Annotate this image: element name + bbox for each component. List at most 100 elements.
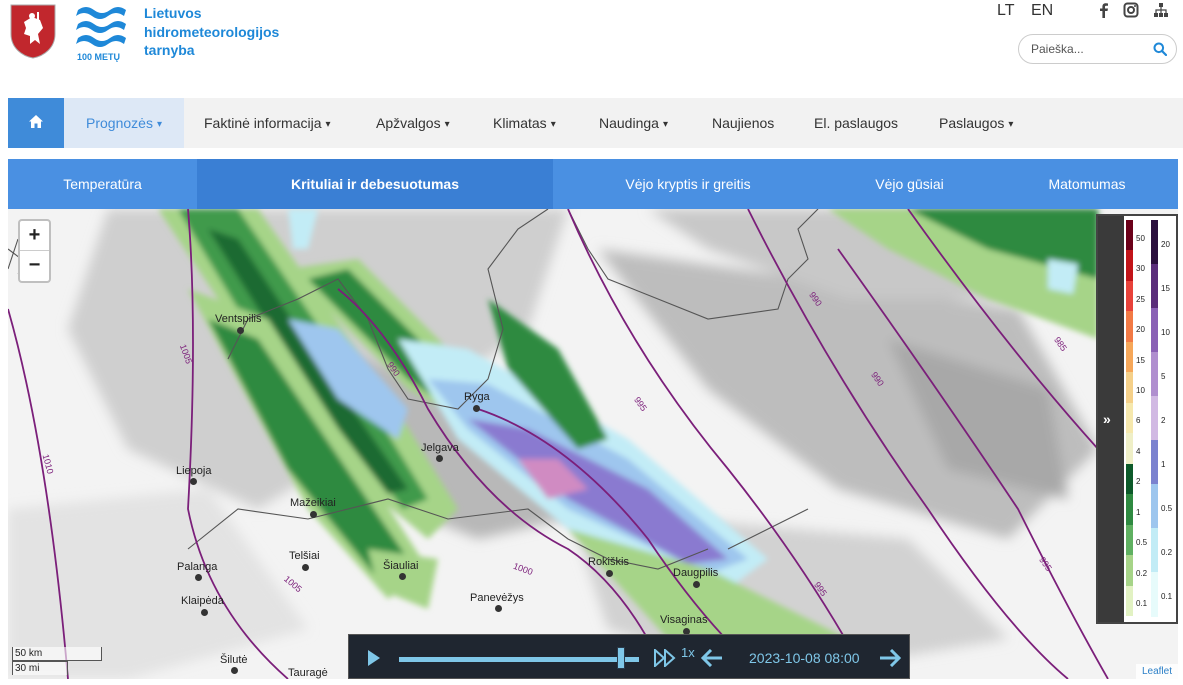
chevron-down-icon: ▾ [444, 119, 450, 130]
nav-item-naudinga[interactable]: Naudinga ▾ [599, 98, 668, 148]
legend-tick-label: 0.2 [1136, 568, 1148, 578]
city-marker [399, 573, 406, 580]
org-name-line2: hidrometeorologijos [144, 23, 280, 40]
city-marker [231, 667, 238, 674]
snow-color-scale [1151, 220, 1158, 617]
timeline-slider-handle[interactable] [617, 647, 625, 669]
city-marker [190, 478, 197, 485]
legend-tick-label: 10 [1161, 327, 1170, 337]
legend-tick-label: 15 [1161, 283, 1170, 293]
fast-forward-icon[interactable] [654, 649, 676, 667]
tab-matomumas[interactable]: Matomumas [996, 159, 1178, 209]
tab-vejo-gusiai[interactable]: Vėjo gūsiai [823, 159, 996, 209]
org-name[interactable]: Lietuvos hidrometeorologijos tarnyba [144, 4, 304, 60]
legend-color-swatch [1126, 524, 1133, 556]
legend-color-swatch [1151, 396, 1158, 441]
legend-color-swatch [1151, 264, 1158, 309]
scale-mi: 30 mi [12, 661, 68, 675]
nav-item-klimatas[interactable]: Klimatas ▾ [493, 98, 556, 148]
city-label: Ventspilis [215, 313, 262, 325]
city-marker [302, 564, 309, 571]
legend-tick-label: 6 [1136, 416, 1141, 426]
facebook-icon[interactable] [1096, 2, 1112, 18]
nav-item-label: Naujienos [712, 115, 775, 131]
legend-toggle-button[interactable]: » [1098, 216, 1124, 622]
legend-color-swatch [1126, 463, 1133, 495]
legend-color-swatch [1151, 352, 1158, 397]
nav-item-faktine-informacija[interactable]: Faktinė informacija ▾ [204, 98, 331, 148]
double-chevron-right-icon: » [1103, 411, 1111, 427]
legend-tick-label: 4 [1136, 446, 1141, 456]
nav-item-paslaugos[interactable]: Paslaugos ▾ [939, 98, 1013, 148]
nav-item-label: El. paslaugos [814, 115, 899, 131]
forecast-map[interactable]: 1005 1010 1000 1005 995 990 995 990 985 … [8, 209, 1178, 679]
legend-color-swatch [1126, 585, 1133, 617]
legend-color-swatch [1126, 220, 1133, 251]
tab-vejo-kryptis-ir-greitis[interactable]: Vėjo kryptis ir greitis [553, 159, 823, 209]
legend-tick-label: 30 [1136, 264, 1145, 274]
city-label: Šiauliai [383, 560, 419, 572]
legend-tick-label: 0.5 [1161, 503, 1173, 513]
org-name-line1: Lietuvos [144, 5, 202, 21]
sitemap-icon[interactable] [1153, 2, 1169, 18]
city-marker [606, 570, 613, 577]
tab-krituliai-ir-debesuotumas[interactable]: Krituliai ir debesuotumas [197, 159, 553, 209]
lhmt-waves-logo[interactable]: 100 METŲ [74, 4, 128, 62]
tab-temperatura[interactable]: Temperatūra [8, 159, 197, 209]
search-icon[interactable] [1153, 42, 1167, 56]
city-label: Tauragė [288, 667, 328, 679]
legend-color-swatch [1151, 220, 1158, 265]
legend-tick-label: 0.5 [1136, 538, 1148, 548]
nav-item-label: Naudinga [599, 115, 659, 131]
city-label: Mažeikiai [290, 497, 336, 509]
lang-lt-link[interactable]: LT [997, 2, 1014, 20]
playback-speed[interactable]: 1x [681, 645, 695, 660]
step-back-icon[interactable] [701, 649, 723, 667]
play-icon[interactable] [367, 649, 381, 667]
city-marker [195, 574, 202, 581]
city-marker [310, 511, 317, 518]
city-label: Liepoja [176, 465, 212, 477]
city-marker [436, 455, 443, 462]
city-label: Jelgava [421, 442, 459, 454]
legend-tick-label: 0.1 [1161, 591, 1173, 601]
nav-item-apzvalgos[interactable]: Apžvalgos ▾ [376, 98, 450, 148]
nav-item-label: Paslaugos [939, 115, 1005, 131]
city-marker [237, 327, 244, 334]
legend-color-swatch [1126, 402, 1133, 434]
legend-color-swatch [1126, 280, 1133, 312]
instagram-icon[interactable] [1123, 2, 1139, 18]
city-label: Palanga [177, 561, 218, 573]
forecast-timestamp: 2023-10-08 08:00 [749, 650, 860, 666]
precipitation-legend: » 50 30 25 20 15 10 6 4 2 1 0.5 0.2 0.1 20 15 10 5 2 1 0.5… [1096, 214, 1178, 624]
nav-item-el-paslaugos[interactable]: El. paslaugos [814, 98, 898, 148]
timeline-slider-track[interactable] [399, 657, 639, 662]
leaflet-attribution-link[interactable]: Leaflet [1135, 664, 1178, 679]
timeline-player: 1x 2023-10-08 08:00 [348, 634, 910, 679]
legend-tick-label: 15 [1136, 355, 1145, 365]
city-label: Panevėžys [470, 592, 524, 604]
search-input[interactable] [1031, 41, 1149, 57]
legend-color-swatch [1126, 433, 1133, 465]
city-label: Klaipėda [181, 595, 224, 607]
city-marker [473, 405, 480, 412]
legend-tick-label: 1 [1136, 507, 1141, 517]
nav-item-prognozes[interactable]: Prognozės ▾ [64, 98, 184, 148]
nav-item-naujienos[interactable]: Naujienos [712, 98, 774, 148]
step-forward-icon[interactable] [879, 649, 901, 667]
site-header: 100 METŲ Lietuvos hidrometeorologijos ta… [0, 0, 1183, 98]
org-name-line3: tarnyba [144, 42, 195, 58]
legend-color-swatch [1126, 311, 1133, 343]
chevron-down-icon: ▾ [550, 119, 556, 130]
legend-tick-label: 2 [1161, 415, 1166, 425]
search-box[interactable] [1018, 34, 1177, 64]
zoom-out-button[interactable]: − [20, 251, 49, 281]
legend-color-swatch [1126, 341, 1133, 373]
map-canvas[interactable] [8, 209, 1178, 679]
nav-home-button[interactable] [8, 98, 64, 148]
zoom-control: + − [18, 219, 51, 283]
zoom-in-button[interactable]: + [20, 221, 49, 251]
lang-en-link[interactable]: EN [1031, 2, 1053, 20]
lithuania-coat-of-arms-logo[interactable] [10, 4, 56, 59]
city-marker [495, 605, 502, 612]
